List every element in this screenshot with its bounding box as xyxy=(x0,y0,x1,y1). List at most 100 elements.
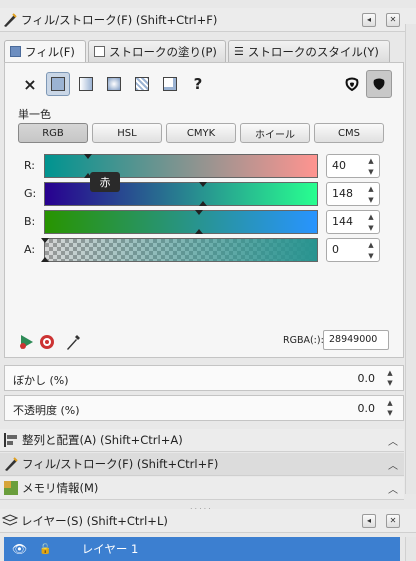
panel-title: フィル/ストローク(F) (Shift+Ctrl+F) xyxy=(21,12,218,27)
flat-color-icon xyxy=(51,77,65,91)
memory-icon xyxy=(4,481,18,495)
spin-down-icon[interactable]: ▼ xyxy=(385,409,395,418)
color-managed-icon[interactable] xyxy=(18,333,36,351)
mode-cmyk-button[interactable]: CMYK xyxy=(166,123,236,143)
blur-label: ぼかし (%) xyxy=(13,374,69,387)
green-spinbox[interactable]: 148 ▲ ▼ xyxy=(326,182,380,206)
opacity-field[interactable]: 不透明度 (%) 0.0 ▲ ▼ xyxy=(4,395,404,421)
chevron-up-icon[interactable]: ︿ xyxy=(388,433,398,448)
swatch-button[interactable] xyxy=(158,72,182,96)
slider-marker-top[interactable] xyxy=(199,182,207,187)
slider-marker-top[interactable] xyxy=(41,238,49,243)
swatch-icon xyxy=(163,77,177,91)
rgba-input[interactable]: 28949000 xyxy=(323,330,389,350)
unset-paint-button[interactable]: ? xyxy=(186,72,210,96)
tab-stroke-paint-label: ストロークの塗り(P) xyxy=(109,44,217,59)
layer-row[interactable]: 👁 🔓 レイヤー 1 xyxy=(4,537,400,561)
slider-marker-top[interactable] xyxy=(195,210,203,215)
spin-down-icon[interactable]: ▼ xyxy=(365,251,377,261)
opacity-label: 不透明度 (%) xyxy=(13,404,80,417)
dock-memory-row[interactable]: メモリ情報(M) ︿ xyxy=(0,477,404,500)
spin-down-icon[interactable]: ▼ xyxy=(385,379,395,388)
mode-rgb-button[interactable]: RGB xyxy=(18,123,88,143)
spin-up-icon[interactable]: ▲ xyxy=(365,184,377,194)
rgba-label: RGBA(:): xyxy=(283,335,324,346)
panel-iconify-button[interactable]: ◂ xyxy=(362,13,376,27)
fill-stroke-icon xyxy=(5,457,18,471)
stroke-paint-tab-icon xyxy=(94,46,105,57)
linear-gradient-button[interactable] xyxy=(74,72,98,96)
pattern-button[interactable] xyxy=(130,72,154,96)
blue-spinbox[interactable]: 144 ▲ ▼ xyxy=(326,210,380,234)
align-icon xyxy=(4,433,17,447)
red-value: 40 xyxy=(332,159,346,172)
dock-align-row[interactable]: 整列と配置(A) (Shift+Ctrl+A) ︿ xyxy=(0,429,404,452)
spin-up-icon[interactable]: ▲ xyxy=(365,240,377,250)
lock-icon[interactable]: 🔓 xyxy=(39,544,51,555)
fill-rule-nonzero-button[interactable] xyxy=(366,70,392,98)
slider-marker-top[interactable] xyxy=(84,154,92,159)
no-paint-button[interactable]: × xyxy=(18,72,42,96)
evenodd-icon xyxy=(345,77,359,92)
slider-marker-bottom[interactable] xyxy=(199,201,207,206)
panel-iconify-button[interactable]: ◂ xyxy=(362,514,376,528)
dock-fill-stroke-row[interactable]: フィル/ストローク(F) (Shift+Ctrl+F) ︿ xyxy=(0,453,404,476)
blue-label: B: xyxy=(24,215,36,228)
radial-gradient-button[interactable] xyxy=(102,72,126,96)
red-label: R: xyxy=(24,159,36,172)
spin-up-icon[interactable]: ▲ xyxy=(365,212,377,222)
alpha-spinbox[interactable]: 0 ▲ ▼ xyxy=(326,238,380,262)
red-slider[interactable] xyxy=(44,154,318,178)
tab-fill-label: フィル(F) xyxy=(25,44,75,59)
alpha-label: A: xyxy=(24,243,36,256)
mode-wheel-button[interactable]: ホイール xyxy=(240,123,310,143)
chevron-up-icon[interactable]: ︿ xyxy=(388,481,398,496)
fill-stroke-icon xyxy=(4,12,17,27)
fill-rule-evenodd-button[interactable] xyxy=(340,72,364,96)
layers-scrollbar[interactable] xyxy=(405,537,416,561)
nonzero-icon xyxy=(373,78,385,90)
spin-up-icon[interactable]: ▲ xyxy=(365,156,377,166)
red-spinbox[interactable]: 40 ▲ ▼ xyxy=(326,154,380,178)
layers-icon xyxy=(2,513,18,526)
layer-name: レイヤー 1 xyxy=(81,542,139,556)
spin-down-icon[interactable]: ▼ xyxy=(365,195,377,205)
spin-up-icon[interactable]: ▲ xyxy=(385,399,395,408)
layers-panel-title: レイヤー(S) (Shift+Ctrl+L) xyxy=(21,513,168,528)
tab-stroke-style-label: ストロークのスタイル(Y) xyxy=(247,44,379,59)
blur-value: 0.0 xyxy=(357,372,376,385)
linear-gradient-icon xyxy=(79,77,93,91)
chevron-up-icon[interactable]: ︿ xyxy=(388,457,398,472)
green-slider[interactable] xyxy=(44,182,318,206)
out-of-gamut-icon[interactable] xyxy=(38,333,56,351)
panel-close-button[interactable]: ✕ xyxy=(386,514,400,528)
slider-marker-bottom[interactable] xyxy=(41,257,49,262)
green-value: 148 xyxy=(332,187,353,200)
fill-tab-icon xyxy=(10,46,21,57)
mode-hsl-button[interactable]: HSL xyxy=(92,123,162,143)
fill-stroke-tabs: フィル(F) ストロークの塗り(P) ☰ ストロークのスタイル(Y) xyxy=(4,40,416,62)
pattern-icon xyxy=(135,77,149,91)
tab-stroke-paint[interactable]: ストロークの塗り(P) xyxy=(88,40,226,62)
spin-down-icon[interactable]: ▼ xyxy=(365,223,377,233)
alpha-slider[interactable] xyxy=(41,238,318,262)
tab-stroke-style[interactable]: ☰ ストロークのスタイル(Y) xyxy=(228,40,390,62)
blue-slider[interactable] xyxy=(44,210,318,234)
mode-cms-button[interactable]: CMS xyxy=(314,123,384,143)
slider-marker-bottom[interactable] xyxy=(195,229,203,234)
dock-fill-stroke-label: フィル/ストローク(F) (Shift+Ctrl+F) xyxy=(22,457,219,471)
blur-field[interactable]: ぼかし (%) 0.0 ▲ ▼ xyxy=(4,365,404,391)
eye-icon[interactable]: 👁 xyxy=(12,542,27,556)
flat-color-button[interactable] xyxy=(46,72,70,96)
green-slider-row: G: 148 ▲ ▼ xyxy=(16,182,396,206)
dock-memory-label: メモリ情報(M) xyxy=(22,481,99,495)
color-picker-icon[interactable] xyxy=(64,333,82,351)
blue-value: 144 xyxy=(332,215,353,228)
panel-scrollbar[interactable] xyxy=(405,24,416,494)
panel-close-button[interactable]: ✕ xyxy=(386,13,400,27)
fill-stroke-panel-header: フィル/ストローク(F) (Shift+Ctrl+F) ◂ ✕ xyxy=(0,8,416,32)
opacity-value: 0.0 xyxy=(357,402,376,415)
tab-fill[interactable]: フィル(F) xyxy=(4,40,86,62)
spin-down-icon[interactable]: ▼ xyxy=(365,167,377,177)
spin-up-icon[interactable]: ▲ xyxy=(385,369,395,378)
